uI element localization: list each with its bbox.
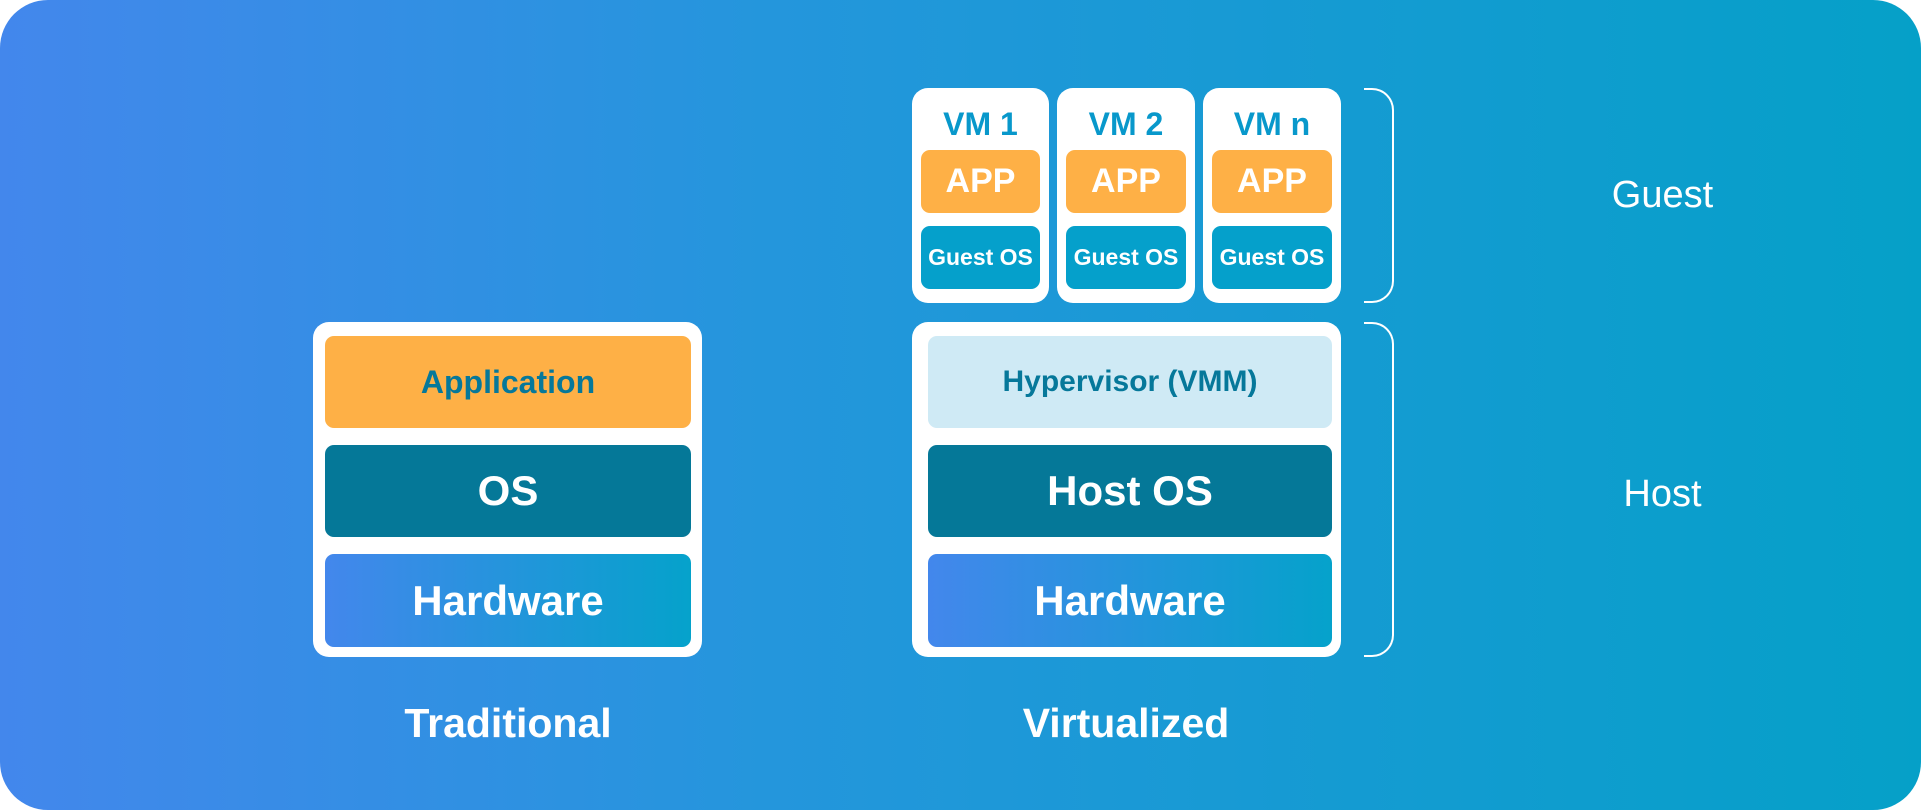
vm-title: VM n [1233, 106, 1311, 142]
virtualized-caption: Virtualized [1022, 700, 1230, 746]
host-hardware-layer: Hardware [928, 554, 1332, 647]
host-label: Host [1623, 473, 1702, 515]
traditional-application-layer: Application [325, 336, 691, 428]
guest-label: Guest [1611, 174, 1714, 216]
hypervisor-layer: Hypervisor (VMM) [928, 336, 1332, 428]
traditional-caption: Traditional [404, 700, 612, 746]
vm-app-layer: APP [921, 150, 1040, 213]
host-os-layer: Host OS [928, 445, 1332, 537]
vm-title: VM 2 [1088, 106, 1164, 142]
traditional-os-layer: OS [325, 445, 691, 537]
vm-guest-os-layer: Guest OS [1212, 226, 1332, 289]
vm-app-layer: APP [1212, 150, 1332, 213]
host-bracket [1364, 322, 1394, 657]
vm-title: VM 1 [943, 106, 1018, 142]
traditional-hardware-layer: Hardware [325, 554, 691, 647]
vm-guest-os-layer: Guest OS [921, 226, 1040, 289]
vm-app-layer: APP [1066, 150, 1186, 213]
guest-bracket [1364, 88, 1394, 303]
vm-guest-os-layer: Guest OS [1066, 226, 1186, 289]
